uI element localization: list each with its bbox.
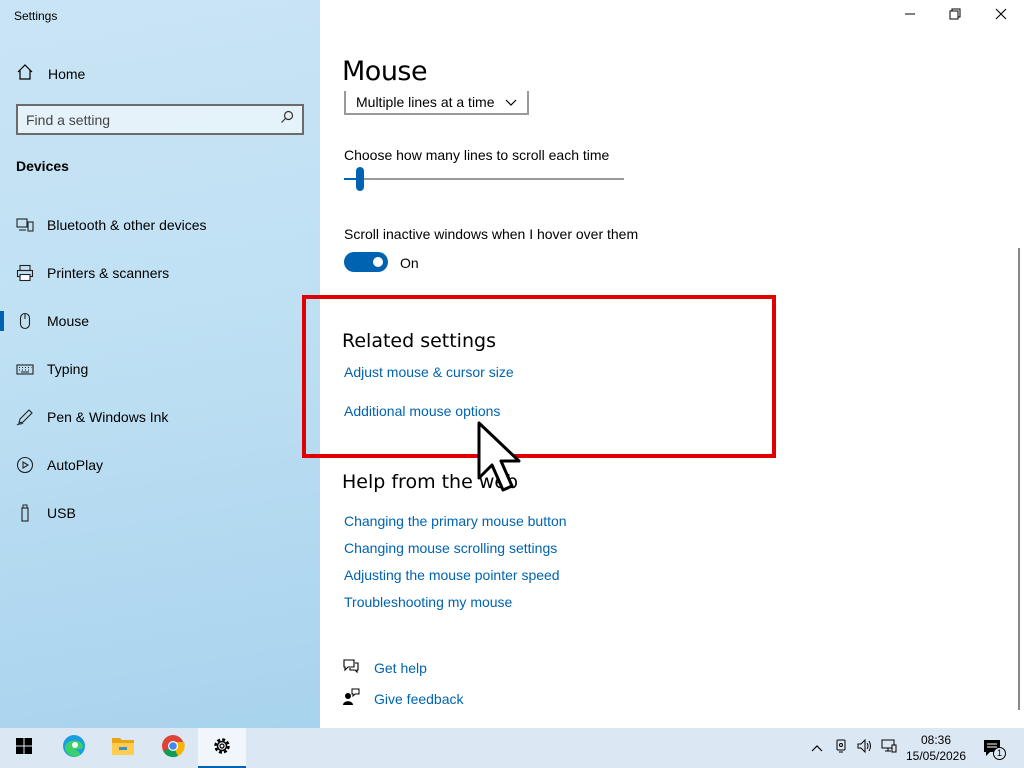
get-help-icon: [342, 657, 360, 680]
search-input[interactable]: [26, 111, 280, 128]
get-help-link[interactable]: Get help: [374, 660, 427, 676]
action-center-button[interactable]: 1: [980, 728, 1006, 768]
sidebar-item-label: AutoPlay: [47, 457, 104, 473]
home-label: Home: [48, 66, 86, 82]
speaker-icon: [857, 738, 873, 758]
network-icon: [881, 739, 897, 758]
help-link-primary-button[interactable]: Changing the primary mouse button: [344, 513, 567, 529]
lines-label: Choose how many lines to scroll each tim…: [344, 147, 610, 163]
chevron-up-icon: [811, 739, 823, 757]
settings-taskbar-button[interactable]: [198, 728, 246, 768]
help-link-pointer-speed[interactable]: Adjusting the mouse pointer speed: [344, 567, 560, 583]
sidebar-item-label: USB: [47, 505, 76, 521]
get-help-row[interactable]: Get help: [342, 658, 427, 678]
sidebar-item-bluetooth[interactable]: Bluetooth & other devices: [0, 201, 320, 249]
sidebar-item-label: Bluetooth & other devices: [47, 217, 207, 233]
feedback-icon: [342, 688, 360, 711]
printer-icon: [16, 264, 34, 282]
usb-icon: [16, 504, 34, 522]
help-link-troubleshooting[interactable]: Troubleshooting my mouse: [344, 594, 512, 610]
clock-date: 15/05/2026: [905, 749, 967, 763]
lines-slider[interactable]: [344, 167, 626, 193]
give-feedback-row[interactable]: Give feedback: [342, 688, 464, 711]
slider-track: [344, 178, 624, 180]
chrome-button[interactable]: [149, 728, 197, 768]
restore-button[interactable]: [932, 0, 978, 32]
sidebar: Settings Home Devices Bluetooth & other …: [0, 0, 320, 728]
minimize-icon: [904, 7, 916, 25]
app-title: Settings: [14, 9, 58, 23]
start-button[interactable]: [0, 728, 48, 768]
toggle-knob: [373, 257, 383, 267]
minimize-button[interactable]: [887, 0, 933, 32]
device-icon: [834, 739, 848, 758]
slider-thumb[interactable]: [356, 167, 364, 191]
start-icon: [15, 737, 33, 760]
clock-time: 08:36: [920, 733, 952, 747]
give-feedback-link[interactable]: Give feedback: [374, 691, 464, 707]
pen-icon: [16, 408, 34, 426]
taskbar: 08:36 15/05/2026 1: [0, 728, 1024, 768]
chrome-icon: [161, 734, 185, 763]
file-explorer-icon: [111, 735, 135, 762]
search-box[interactable]: [16, 104, 304, 135]
inactive-scroll-toggle[interactable]: [344, 252, 388, 272]
search-icon[interactable]: [280, 110, 294, 129]
sidebar-item-label: Printers & scanners: [47, 265, 170, 281]
sidebar-item-label: Mouse: [47, 313, 90, 329]
autoplay-icon: [16, 456, 34, 474]
sidebar-item-printers[interactable]: Printers & scanners: [0, 249, 320, 297]
edge-button[interactable]: [50, 728, 98, 768]
mouse-icon: [16, 312, 34, 330]
chevron-down-icon: [505, 94, 517, 110]
close-button[interactable]: [978, 0, 1024, 32]
home-link[interactable]: Home: [16, 63, 86, 86]
sidebar-item-mouse[interactable]: Mouse: [0, 297, 320, 345]
show-hidden-icons-button[interactable]: [806, 728, 828, 768]
scroll-mode-dropdown[interactable]: Multiple lines at a time: [344, 91, 529, 115]
inactive-scroll-label: Scroll inactive windows when I hover ove…: [344, 226, 639, 242]
scrollbar[interactable]: [1018, 248, 1020, 710]
mouse-pointer-icon: [476, 420, 524, 501]
keyboard-icon: [16, 360, 34, 378]
network-button[interactable]: [878, 728, 900, 768]
toggle-state-text: On: [400, 255, 419, 271]
scroll-mode-value: Multiple lines at a time: [356, 94, 495, 110]
notification-icon: 1: [982, 738, 1006, 760]
page-title: Mouse: [342, 56, 428, 87]
sidebar-item-pen[interactable]: Pen & Windows Ink: [0, 393, 320, 441]
sidebar-item-autoplay[interactable]: AutoPlay: [0, 441, 320, 489]
notification-badge: 1: [993, 747, 1006, 760]
meet-now-button[interactable]: [830, 728, 852, 768]
edge-icon: [61, 733, 87, 764]
section-heading: Devices: [16, 158, 69, 174]
sidebar-item-usb[interactable]: USB: [0, 489, 320, 537]
taskbar-clock[interactable]: 08:36 15/05/2026: [900, 732, 972, 764]
volume-button[interactable]: [854, 728, 876, 768]
highlight-box: [302, 295, 776, 458]
help-link-scrolling-settings[interactable]: Changing mouse scrolling settings: [344, 540, 557, 556]
nav-list: Bluetooth & other devices Printers & sca…: [0, 201, 320, 537]
bluetooth-devices-icon: [16, 216, 34, 234]
home-icon: [16, 63, 34, 86]
settings-icon: [211, 735, 233, 762]
file-explorer-button[interactable]: [99, 728, 147, 768]
close-icon: [995, 7, 1007, 25]
sidebar-item-label: Pen & Windows Ink: [47, 409, 169, 425]
sidebar-item-label: Typing: [47, 361, 89, 377]
sidebar-item-typing[interactable]: Typing: [0, 345, 320, 393]
restore-icon: [949, 7, 961, 25]
